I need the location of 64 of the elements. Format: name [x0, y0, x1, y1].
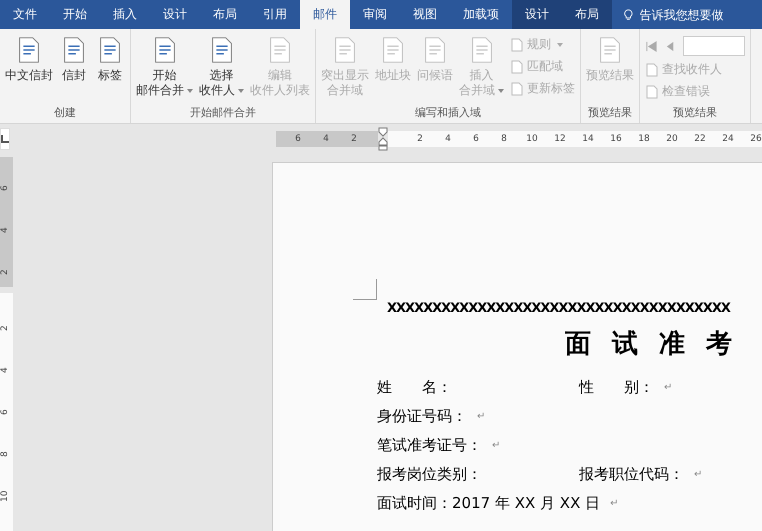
form-label: 性 别： [579, 378, 654, 397]
ribbon-group-label: 编写和插入域 [414, 105, 482, 121]
ruler-number: 18 [637, 133, 651, 146]
form-label: 姓 名： [377, 378, 453, 397]
tell-me-field[interactable]: 告诉我您想要做 [638, 6, 762, 22]
ribbon-button[interactable]: 标签 [93, 32, 127, 105]
form-label: 报考职位代码： [579, 465, 684, 484]
ribbon-group-label: 开始邮件合并 [189, 105, 257, 121]
document-icon [510, 38, 524, 52]
ruler-number: 8 [500, 133, 508, 146]
document-title: 面 试 准 考 [565, 328, 740, 361]
paragraph-mark: ↵ [477, 411, 486, 422]
ribbon-button[interactable]: 中文信封 [3, 32, 55, 105]
ruler-number: 6 [0, 184, 11, 193]
ruler-number: 22 [693, 133, 707, 146]
record-field[interactable] [683, 36, 745, 56]
ruler-number: 4 [444, 133, 452, 146]
ribbon-group-label: 预览结果 [672, 105, 718, 121]
ribbon-button[interactable]: 选择 收件人 [197, 32, 246, 105]
lightbulb-icon [624, 8, 633, 22]
ribbon-button[interactable]: 信封 [57, 32, 91, 105]
first-record-icon[interactable] [645, 40, 658, 52]
ruler-number: 2 [0, 324, 11, 333]
ruler-number: 12 [553, 133, 567, 146]
ruler-number: 2 [416, 133, 424, 146]
ribbon-tab[interactable]: 邮件 [300, 0, 350, 29]
ruler-number: 10 [525, 133, 539, 146]
ribbon-button[interactable]: 开始 邮件合并 [134, 32, 195, 105]
paragraph-mark: ↵ [610, 498, 619, 509]
margin-corner-mark [353, 279, 377, 300]
paragraph-mark: ↵ [492, 440, 500, 451]
ruler-number: 16 [609, 133, 623, 146]
document-icon [645, 84, 659, 98]
document-icon [510, 60, 524, 74]
tell-me-search[interactable]: 告诉我您想要做 [612, 0, 762, 29]
paragraph-mark: ↵ [664, 382, 672, 393]
ruler-number: 20 [665, 133, 679, 146]
ruler-number: 26 [749, 133, 762, 146]
ribbon-group-label: 预览结果 [587, 105, 633, 121]
form-label: 报考岗位类别： [377, 465, 483, 484]
ruler-number: 6 [0, 408, 11, 417]
ruler-number: 4 [0, 366, 11, 375]
paragraph-mark: ↵ [694, 469, 702, 480]
ribbon-tab[interactable]: 设计 [512, 0, 562, 29]
document-icon [510, 82, 524, 96]
ruler-number: 10 [0, 489, 11, 504]
ribbon-tab[interactable]: 布局 [562, 0, 612, 29]
document-header-text: XXXXXXXXXXXXXXXXXXXXXXXXXXXXXXXXXXXXXX [387, 301, 730, 316]
ruler-number: 2 [350, 133, 358, 146]
ruler-number: 24 [721, 133, 735, 146]
ruler-number: 14 [581, 133, 595, 146]
ruler-number: 4 [322, 133, 330, 146]
ribbon-group-label: 创建 [53, 105, 77, 121]
form-label: 面试时间：2017 年 XX 月 XX 日 [377, 494, 600, 513]
ruler-number: 4 [0, 226, 11, 235]
ruler-number: 6 [472, 133, 480, 146]
form-label: 笔试准考证号： [377, 436, 482, 455]
ruler-number: 8 [0, 450, 11, 459]
ruler-number: 2 [0, 268, 11, 277]
document-icon [645, 62, 659, 76]
indent-marker-icon[interactable] [378, 127, 388, 151]
ruler-number: 6 [294, 133, 302, 146]
tab-stop-selector[interactable] [0, 128, 10, 150]
form-label: 身份证号码： [377, 407, 467, 426]
